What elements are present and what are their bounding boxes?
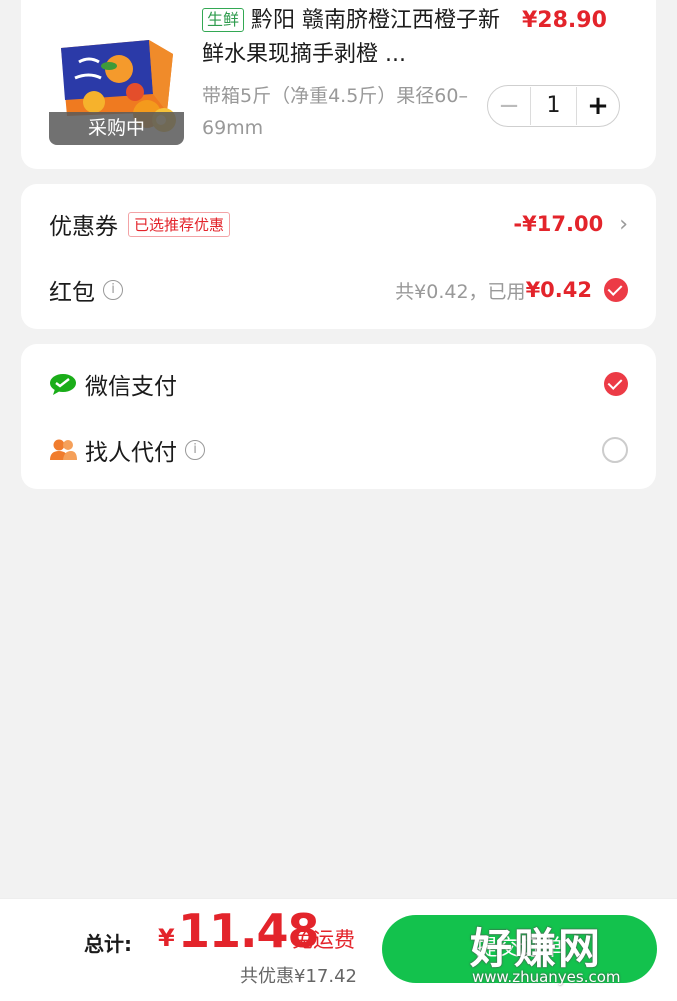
chevron-right-icon: ›: [619, 211, 628, 237]
redpacket-row[interactable]: 红包 i 共¥0.42，已用 ¥0.42: [49, 270, 628, 310]
info-icon[interactable]: i: [185, 440, 205, 460]
wechat-pay-radio-checked-icon[interactable]: [604, 372, 628, 396]
decrease-button[interactable]: −: [488, 87, 530, 125]
increase-button[interactable]: +: [577, 87, 619, 125]
total-label: 总计:: [84, 932, 132, 956]
friend-pay-label: 找人代付: [85, 440, 177, 466]
product-price: ¥28.90: [522, 8, 607, 33]
watermark: 好赚网 www.zhuanyes.com: [470, 915, 655, 990]
wechat-pay-icon: [49, 372, 77, 396]
watermark-logo: 好赚网: [470, 924, 603, 973]
redpacket-label: 红包: [49, 280, 95, 306]
wechat-pay-label: 微信支付: [85, 374, 177, 400]
currency-symbol: ¥: [158, 924, 175, 952]
friend-pay-radio-icon[interactable]: [602, 437, 628, 463]
product-spec[interactable]: 带箱5斤（净重4.5斤）果径60–69mm: [202, 80, 472, 144]
product-card: 采购中 黔阳 赣南脐橙江西橙子新鲜水果现摘手剥橙 ... 生鲜 ¥28.90 带…: [21, 0, 656, 169]
redpacket-used: ¥0.42: [525, 278, 592, 302]
fresh-tag: 生鲜: [202, 8, 245, 32]
info-icon[interactable]: i: [103, 280, 123, 300]
discounts-card: 优惠券 已选推荐优惠 -¥17.00 › 红包 i 共¥0.42，已用 ¥0.4…: [21, 184, 656, 329]
recommended-badge: 已选推荐优惠: [128, 211, 231, 237]
wechat-pay-row[interactable]: 微信支付: [49, 364, 628, 404]
coupon-row[interactable]: 优惠券 已选推荐优惠 -¥17.00 ›: [49, 204, 628, 244]
redpacket-total: 共¥0.42，已用: [395, 280, 526, 303]
product-image[interactable]: 采购中: [49, 34, 184, 145]
free-shipping: 免运费: [292, 928, 355, 952]
friends-icon: [49, 438, 77, 462]
quantity-input[interactable]: 1: [530, 87, 577, 125]
quantity-stepper: − 1 +: [487, 85, 620, 127]
watermark-url: www.zhuanyes.com: [472, 968, 621, 986]
purchasing-status: 采购中: [49, 112, 184, 145]
coupon-label: 优惠券: [49, 214, 118, 240]
friend-pay-row[interactable]: 找人代付 i: [49, 430, 628, 470]
coupon-amount: -¥17.00: [513, 212, 604, 236]
redpacket-checkbox-checked-icon[interactable]: [604, 278, 628, 302]
product-title[interactable]: 黔阳 赣南脐橙江西橙子新鲜水果现摘手剥橙 ...: [202, 4, 502, 72]
total-saved[interactable]: 共优惠¥17.42: [240, 962, 357, 988]
payment-card: 微信支付 找人代付 i: [21, 344, 656, 489]
